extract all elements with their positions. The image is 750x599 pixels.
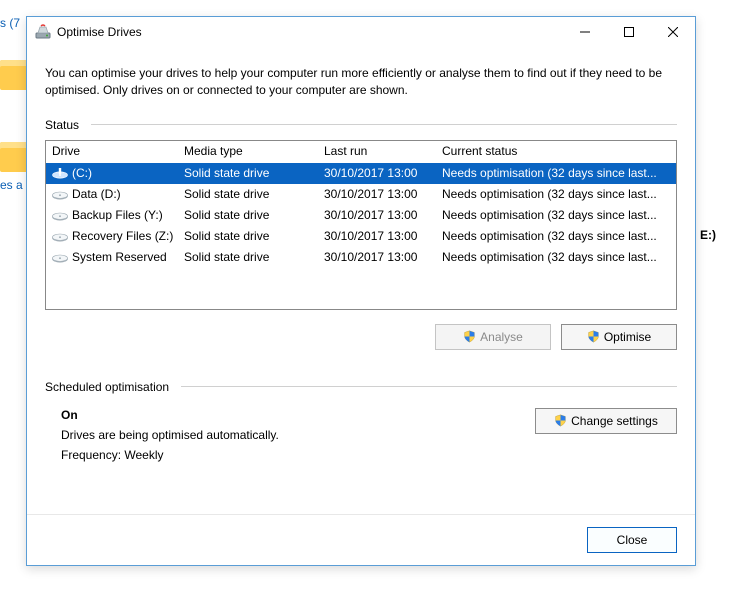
status-label: Status <box>45 118 79 132</box>
close-button[interactable]: Close <box>587 527 677 553</box>
bg-drive-letter: E:) <box>700 228 716 242</box>
disk-icon <box>52 188 68 200</box>
disk-icon <box>52 251 68 263</box>
divider <box>181 386 677 387</box>
current-status: Needs optimisation (32 days since last..… <box>442 166 670 180</box>
table-row[interactable]: Recovery Files (Z:) Solid state drive30/1… <box>46 226 676 247</box>
analyse-label: Analyse <box>480 330 523 344</box>
change-settings-label: Change settings <box>571 414 658 428</box>
optimise-drives-window: Optimise Drives You can optimise your dr… <box>26 16 696 566</box>
media-type: Solid state drive <box>184 166 324 180</box>
table-header: Drive Media type Last run Current status <box>46 141 676 163</box>
window-title: Optimise Drives <box>57 25 142 39</box>
last-run: 30/10/2017 13:00 <box>324 229 442 243</box>
media-type: Solid state drive <box>184 208 324 222</box>
scheduled-state: On <box>61 408 515 422</box>
optimise-button[interactable]: Optimise <box>561 324 677 350</box>
last-run: 30/10/2017 13:00 <box>324 187 442 201</box>
last-run: 30/10/2017 13:00 <box>324 166 442 180</box>
last-run: 30/10/2017 13:00 <box>324 250 442 264</box>
current-status: Needs optimisation (32 days since last..… <box>442 229 670 243</box>
current-status: Needs optimisation (32 days since last..… <box>442 250 670 264</box>
change-settings-button[interactable]: Change settings <box>535 408 677 434</box>
intro-text: You can optimise your drives to help you… <box>45 65 677 100</box>
drive-name: Backup Files (Y:) <box>72 208 163 222</box>
col-status[interactable]: Current status <box>442 144 670 158</box>
table-row[interactable]: Backup Files (Y:) Solid state drive30/10/… <box>46 205 676 226</box>
shield-icon <box>587 330 600 343</box>
disk-icon <box>52 230 68 242</box>
col-drive[interactable]: Drive <box>52 144 184 158</box>
media-type: Solid state drive <box>184 229 324 243</box>
media-type: Solid state drive <box>184 250 324 264</box>
drive-name: Recovery Files (Z:) <box>72 229 173 243</box>
scheduled-info: On Drives are being optimised automatica… <box>61 408 515 468</box>
scheduled-frequency: Frequency: Weekly <box>61 448 515 462</box>
titlebar: Optimise Drives <box>27 17 695 47</box>
scheduled-label: Scheduled optimisation <box>45 380 169 394</box>
table-row[interactable]: Data (D:) Solid state drive30/10/2017 13:… <box>46 184 676 205</box>
drives-table: Drive Media type Last run Current status… <box>45 140 677 310</box>
divider <box>91 124 677 125</box>
shield-icon <box>463 330 476 343</box>
app-icon <box>35 24 51 40</box>
drive-name: (C:) <box>72 166 92 180</box>
drive-name: Data (D:) <box>72 187 121 201</box>
bg-text: s (7 <box>0 16 20 30</box>
drive-name: System Reserved <box>72 250 167 264</box>
analyse-button: Analyse <box>435 324 551 350</box>
col-media[interactable]: Media type <box>184 144 324 158</box>
col-last-run[interactable]: Last run <box>324 144 442 158</box>
current-status: Needs optimisation (32 days since last..… <box>442 208 670 222</box>
table-row[interactable]: System Reserved Solid state drive30/10/20… <box>46 247 676 268</box>
table-row[interactable]: (C:) Solid state drive30/10/2017 13:00Nee… <box>46 163 676 184</box>
current-status: Needs optimisation (32 days since last..… <box>442 187 670 201</box>
close-window-button[interactable] <box>651 17 695 47</box>
optimise-label: Optimise <box>604 330 651 344</box>
media-type: Solid state drive <box>184 187 324 201</box>
disk-icon <box>52 167 68 179</box>
bg-text: es a <box>0 178 23 192</box>
shield-icon <box>554 414 567 427</box>
scheduled-desc: Drives are being optimised automatically… <box>61 428 515 442</box>
close-label: Close <box>617 533 648 547</box>
minimize-button[interactable] <box>563 17 607 47</box>
disk-icon <box>52 209 68 221</box>
maximize-button[interactable] <box>607 17 651 47</box>
last-run: 30/10/2017 13:00 <box>324 208 442 222</box>
